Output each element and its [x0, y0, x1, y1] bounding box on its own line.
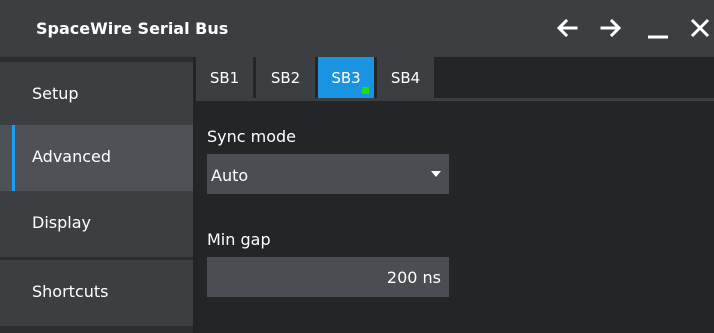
- sidebar-item-label: Setup: [32, 84, 79, 103]
- content-panel: SB1 SB2 SB3 SB4 Sync mode Auto Min gap 2…: [196, 57, 714, 333]
- tab-sb1[interactable]: SB1: [196, 57, 253, 98]
- sidebar: Setup Advanced Display Shortcuts: [0, 57, 193, 333]
- minimize-icon[interactable]: [646, 16, 670, 40]
- tab-strip: SB1 SB2 SB3 SB4: [196, 57, 714, 98]
- sync-mode-value: Auto: [211, 166, 249, 185]
- sidebar-item-advanced[interactable]: Advanced: [0, 125, 193, 191]
- sync-mode-label: Sync mode: [207, 127, 297, 146]
- sidebar-item-label: Advanced: [32, 147, 112, 166]
- tab-label: SB1: [209, 69, 240, 87]
- active-indicator: [12, 125, 15, 191]
- chevron-down-icon: [431, 171, 441, 177]
- title-bar: SpaceWire Serial Bus: [0, 0, 714, 57]
- tab-sb2[interactable]: SB2: [256, 57, 315, 98]
- close-icon[interactable]: [688, 16, 712, 40]
- tab-label: SB2: [270, 69, 301, 87]
- sidebar-item-label: Shortcuts: [32, 282, 109, 301]
- sidebar-item-display[interactable]: Display: [0, 191, 193, 257]
- sidebar-item-label: Display: [32, 213, 91, 232]
- tab-strip-divider: [196, 98, 714, 101]
- min-gap-label: Min gap: [207, 230, 271, 249]
- sidebar-item-setup[interactable]: Setup: [0, 62, 193, 128]
- sidebar-item-shortcuts[interactable]: Shortcuts: [0, 260, 193, 326]
- tab-label: SB3: [331, 69, 361, 87]
- tab-sb3[interactable]: SB3: [318, 57, 374, 98]
- forward-arrow-icon[interactable]: [599, 16, 623, 40]
- sync-mode-dropdown[interactable]: Auto: [207, 154, 449, 194]
- back-arrow-icon[interactable]: [555, 16, 579, 40]
- active-status-indicator: [362, 87, 369, 94]
- tab-sb4[interactable]: SB4: [377, 57, 434, 98]
- min-gap-value: 200 ns: [386, 268, 441, 287]
- window-title: SpaceWire Serial Bus: [36, 19, 229, 38]
- spacewire-dialog: SpaceWire Serial Bus Setup Advanced Disp…: [0, 0, 714, 333]
- min-gap-field[interactable]: 200 ns: [207, 257, 449, 297]
- tab-label: SB4: [390, 69, 421, 87]
